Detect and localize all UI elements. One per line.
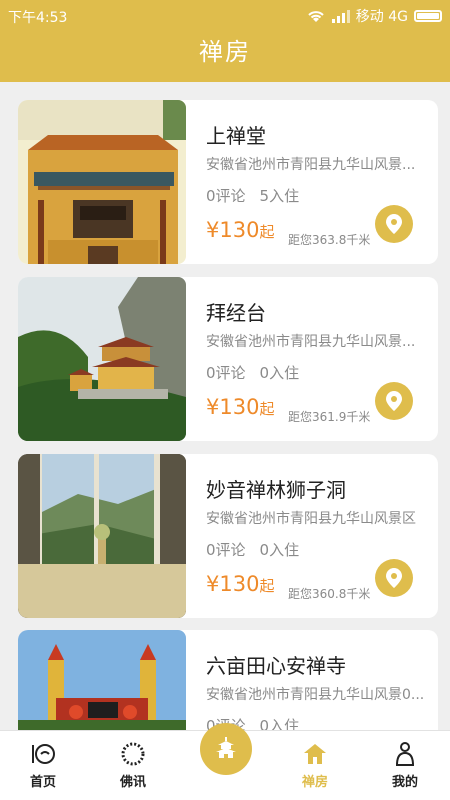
- listing-name: 六亩田心安禅寺: [206, 654, 346, 678]
- price-unit: 起: [259, 577, 275, 595]
- center-temple-button[interactable]: [200, 723, 252, 775]
- listing-price: ¥130起: [206, 572, 274, 596]
- listing-thumbnail: [18, 454, 186, 618]
- resident-count: 0入住: [259, 364, 300, 382]
- location-button[interactable]: [375, 382, 413, 420]
- listing-thumbnail: [18, 100, 186, 264]
- listing-card[interactable]: 上禅堂 安徽省池州市青阳县九华山风景... 0评论 5入住 ¥130起 距您36…: [18, 100, 438, 264]
- listing-card[interactable]: 拜经台 安徽省池州市青阳县九华山风景... 0评论 0入住 ¥130起 距您36…: [18, 277, 438, 441]
- prayer-beads-icon: [121, 742, 145, 766]
- listing-distance: 距您361.9千米: [288, 410, 371, 424]
- status-time: 下午4:53: [8, 10, 68, 26]
- location-button[interactable]: [375, 205, 413, 243]
- listing-name: 上禅堂: [206, 124, 266, 148]
- tab-rooms-label: 禅房: [301, 775, 328, 790]
- resident-count: 0入住: [259, 541, 300, 559]
- tab-home[interactable]: 首页: [8, 741, 78, 790]
- listing-thumbnail: [18, 277, 186, 441]
- listing-name: 妙音禅林狮子洞: [206, 478, 346, 502]
- tab-mine-label: 我的: [391, 775, 418, 790]
- listing-card[interactable]: 妙音禅林狮子洞 安徽省池州市青阳县九华山风景区 0评论 0入住 ¥130起 距您…: [18, 454, 438, 618]
- house-icon: [304, 744, 326, 764]
- listing-address: 安徽省池州市青阳县九华山风景区: [206, 511, 416, 527]
- buddha-icon: [395, 742, 415, 766]
- bottom-tab-bar: 首页 佛讯 禅房 我的: [0, 723, 450, 800]
- listing-distance: 距您360.8千米: [288, 587, 371, 601]
- page-title: 禅房: [199, 38, 251, 66]
- tab-news-label: 佛讯: [119, 775, 146, 790]
- price-value: ¥130: [206, 218, 260, 242]
- location-pin-icon: [386, 214, 402, 234]
- price-value: ¥130: [206, 572, 260, 596]
- listing-meta: 0评论 5入住: [206, 185, 299, 206]
- home-icon: [32, 744, 55, 764]
- price-unit: 起: [259, 400, 275, 418]
- listing-price: ¥130起: [206, 395, 274, 419]
- listing-distance: 距您363.8千米: [288, 233, 371, 247]
- listing-address: 安徽省池州市青阳县九华山风景0...: [206, 687, 425, 703]
- location-pin-icon: [386, 568, 402, 588]
- wifi-icon: [308, 11, 324, 22]
- price-unit: 起: [259, 223, 275, 241]
- price-value: ¥130: [206, 395, 260, 419]
- tab-news[interactable]: 佛讯: [98, 741, 168, 790]
- top-bar: 下午4:53 移动 4G 禅房: [0, 0, 450, 82]
- pagoda-icon: [216, 737, 236, 758]
- listing-name: 拜经台: [206, 301, 266, 325]
- listing-address: 安徽省池州市青阳县九华山风景...: [206, 334, 416, 350]
- tab-rooms[interactable]: 禅房: [280, 741, 350, 790]
- carrier-label: 移动 4G: [355, 9, 408, 25]
- resident-count: 5入住: [259, 187, 300, 205]
- comment-count: 0评论: [206, 541, 246, 559]
- signal-icon: [331, 10, 350, 23]
- location-pin-icon: [386, 391, 402, 411]
- comment-count: 0评论: [206, 364, 246, 382]
- listing-meta: 0评论 0入住: [206, 539, 299, 560]
- location-button[interactable]: [375, 559, 413, 597]
- status-bar: 下午4:53 移动 4G: [0, 0, 450, 32]
- comment-count: 0评论: [206, 187, 246, 205]
- battery-icon: [414, 10, 442, 22]
- listing-price: ¥130起: [206, 218, 274, 242]
- listing-meta: 0评论 0入住: [206, 362, 299, 383]
- listing-address: 安徽省池州市青阳县九华山风景...: [206, 157, 416, 173]
- tab-home-label: 首页: [29, 775, 56, 790]
- tab-mine[interactable]: 我的: [370, 741, 440, 790]
